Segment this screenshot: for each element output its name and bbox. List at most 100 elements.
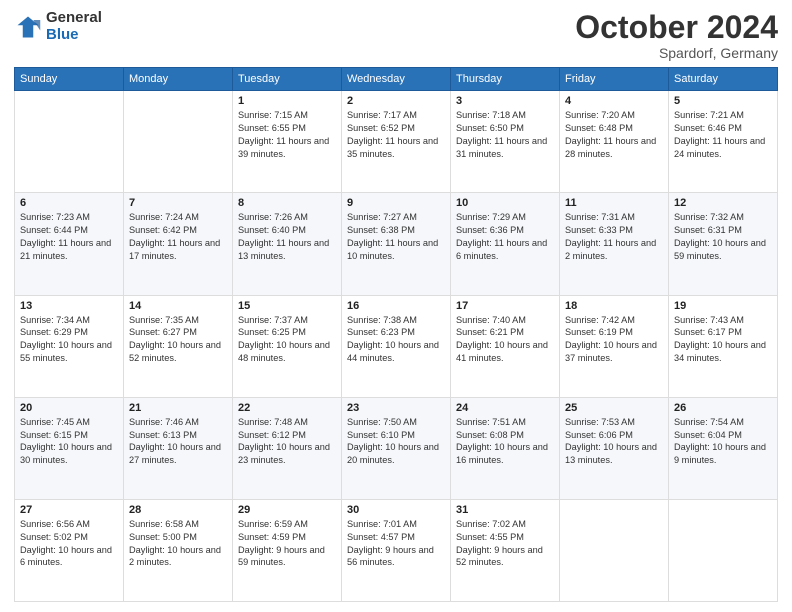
- calendar-cell: 21 Sunrise: 7:46 AMSunset: 6:13 PMDayligh…: [124, 397, 233, 499]
- calendar-cell: 5Sunrise: 7:21 AMSunset: 6:46 PMDaylight…: [669, 91, 778, 193]
- day-number: 24: [456, 402, 554, 414]
- weekday-header-row: SundayMondayTuesdayWednesdayThursdayFrid…: [15, 68, 778, 91]
- calendar-cell: 30 Sunrise: 7:01 AMSunset: 4:57 PMDayligh…: [342, 499, 451, 601]
- day-number: 12: [674, 197, 772, 209]
- header: General Blue October 2024 Spardorf, Germ…: [14, 10, 778, 61]
- title-block: October 2024 Spardorf, Germany: [575, 10, 778, 61]
- day-info: Sunrise: 7:42 AMSunset: 6:19 PMDaylight:…: [565, 314, 663, 366]
- day-number: 28: [129, 504, 227, 516]
- calendar-week-row: 13Sunrise: 7:34 AMSunset: 6:29 PMDayligh…: [15, 295, 778, 397]
- day-number: 21: [129, 402, 227, 414]
- day-number: 6: [20, 197, 118, 209]
- calendar-cell: [669, 499, 778, 601]
- day-info: Sunrise: 7:15 AMSunset: 6:55 PMDaylight:…: [238, 109, 336, 161]
- calendar-cell: 11 Sunrise: 7:31 AMSunset: 6:33 PMDayligh…: [560, 193, 669, 295]
- day-number: 10: [456, 197, 554, 209]
- day-info: Sunrise: 6:56 AMSunset: 5:02 PMDaylight:…: [20, 518, 118, 570]
- day-info: Sunrise: 7:45 AMSunset: 6:15 PMDaylight:…: [20, 416, 118, 468]
- logo-blue-text: Blue: [46, 27, 102, 44]
- calendar-cell: [15, 91, 124, 193]
- calendar-cell: 1 Sunrise: 7:15 AMSunset: 6:55 PMDaylight…: [233, 91, 342, 193]
- day-info: Sunrise: 7:38 AMSunset: 6:23 PMDaylight:…: [347, 314, 445, 366]
- day-number: 23: [347, 402, 445, 414]
- weekday-header-saturday: Saturday: [669, 68, 778, 91]
- day-info: Sunrise: 7:51 AMSunset: 6:08 PMDaylight:…: [456, 416, 554, 468]
- calendar-cell: 15 Sunrise: 7:37 AMSunset: 6:25 PMDayligh…: [233, 295, 342, 397]
- day-info: Sunrise: 7:17 AMSunset: 6:52 PMDaylight:…: [347, 109, 445, 161]
- calendar-week-row: 1 Sunrise: 7:15 AMSunset: 6:55 PMDaylight…: [15, 91, 778, 193]
- day-number: 1: [238, 95, 336, 107]
- calendar-cell: 24 Sunrise: 7:51 AMSunset: 6:08 PMDayligh…: [451, 397, 560, 499]
- day-number: 22: [238, 402, 336, 414]
- calendar-cell: 17Sunrise: 7:40 AMSunset: 6:21 PMDayligh…: [451, 295, 560, 397]
- day-info: Sunrise: 7:29 AMSunset: 6:36 PMDaylight:…: [456, 211, 554, 263]
- calendar-cell: 9 Sunrise: 7:27 AMSunset: 6:38 PMDaylight…: [342, 193, 451, 295]
- day-info: Sunrise: 7:37 AMSunset: 6:25 PMDaylight:…: [238, 314, 336, 366]
- day-info: Sunrise: 7:35 AMSunset: 6:27 PMDaylight:…: [129, 314, 227, 366]
- weekday-header-thursday: Thursday: [451, 68, 560, 91]
- calendar-cell: [124, 91, 233, 193]
- calendar-week-row: 6 Sunrise: 7:23 AMSunset: 6:44 PMDaylight…: [15, 193, 778, 295]
- day-info: Sunrise: 7:18 AMSunset: 6:50 PMDaylight:…: [456, 109, 554, 161]
- day-number: 9: [347, 197, 445, 209]
- day-info: Sunrise: 7:24 AMSunset: 6:42 PMDaylight:…: [129, 211, 227, 263]
- day-info: Sunrise: 7:27 AMSunset: 6:38 PMDaylight:…: [347, 211, 445, 263]
- calendar-cell: 19 Sunrise: 7:43 AMSunset: 6:17 PMDayligh…: [669, 295, 778, 397]
- location-subtitle: Spardorf, Germany: [575, 45, 778, 61]
- day-info: Sunrise: 7:54 AMSunset: 6:04 PMDaylight:…: [674, 416, 772, 468]
- weekday-header-monday: Monday: [124, 68, 233, 91]
- calendar-cell: [560, 499, 669, 601]
- weekday-header-wednesday: Wednesday: [342, 68, 451, 91]
- calendar-cell: 8Sunrise: 7:26 AMSunset: 6:40 PMDaylight…: [233, 193, 342, 295]
- calendar-cell: 26Sunrise: 7:54 AMSunset: 6:04 PMDayligh…: [669, 397, 778, 499]
- logo-general-text: General: [46, 10, 102, 27]
- day-info: Sunrise: 7:31 AMSunset: 6:33 PMDaylight:…: [565, 211, 663, 263]
- month-title: October 2024: [575, 10, 778, 45]
- day-info: Sunrise: 7:40 AMSunset: 6:21 PMDaylight:…: [456, 314, 554, 366]
- day-info: Sunrise: 7:46 AMSunset: 6:13 PMDaylight:…: [129, 416, 227, 468]
- day-number: 7: [129, 197, 227, 209]
- day-number: 11: [565, 197, 663, 209]
- calendar-cell: 12 Sunrise: 7:32 AMSunset: 6:31 PMDayligh…: [669, 193, 778, 295]
- calendar-cell: 25Sunrise: 7:53 AMSunset: 6:06 PMDayligh…: [560, 397, 669, 499]
- day-info: Sunrise: 7:50 AMSunset: 6:10 PMDaylight:…: [347, 416, 445, 468]
- day-number: 20: [20, 402, 118, 414]
- calendar-cell: 6 Sunrise: 7:23 AMSunset: 6:44 PMDaylight…: [15, 193, 124, 295]
- calendar-cell: 14 Sunrise: 7:35 AMSunset: 6:27 PMDayligh…: [124, 295, 233, 397]
- calendar-cell: 7 Sunrise: 7:24 AMSunset: 6:42 PMDaylight…: [124, 193, 233, 295]
- day-number: 3: [456, 95, 554, 107]
- calendar-cell: 10 Sunrise: 7:29 AMSunset: 6:36 PMDayligh…: [451, 193, 560, 295]
- day-number: 2: [347, 95, 445, 107]
- logo-icon: [14, 13, 42, 41]
- calendar-cell: 16 Sunrise: 7:38 AMSunset: 6:23 PMDayligh…: [342, 295, 451, 397]
- calendar-cell: 3 Sunrise: 7:18 AMSunset: 6:50 PMDaylight…: [451, 91, 560, 193]
- day-number: 31: [456, 504, 554, 516]
- weekday-header-friday: Friday: [560, 68, 669, 91]
- day-number: 16: [347, 300, 445, 312]
- logo-text: General Blue: [46, 10, 102, 43]
- day-number: 19: [674, 300, 772, 312]
- calendar-cell: 20 Sunrise: 7:45 AMSunset: 6:15 PMDayligh…: [15, 397, 124, 499]
- day-info: Sunrise: 7:48 AMSunset: 6:12 PMDaylight:…: [238, 416, 336, 468]
- day-info: Sunrise: 7:01 AMSunset: 4:57 PMDaylight:…: [347, 518, 445, 570]
- day-number: 15: [238, 300, 336, 312]
- page: General Blue October 2024 Spardorf, Germ…: [0, 0, 792, 612]
- day-number: 30: [347, 504, 445, 516]
- day-info: Sunrise: 7:34 AMSunset: 6:29 PMDaylight:…: [20, 314, 118, 366]
- day-info: Sunrise: 7:32 AMSunset: 6:31 PMDaylight:…: [674, 211, 772, 263]
- calendar-week-row: 27Sunrise: 6:56 AMSunset: 5:02 PMDayligh…: [15, 499, 778, 601]
- calendar-cell: 4 Sunrise: 7:20 AMSunset: 6:48 PMDaylight…: [560, 91, 669, 193]
- calendar-cell: 23 Sunrise: 7:50 AMSunset: 6:10 PMDayligh…: [342, 397, 451, 499]
- calendar-cell: 2 Sunrise: 7:17 AMSunset: 6:52 PMDaylight…: [342, 91, 451, 193]
- logo: General Blue: [14, 10, 102, 43]
- day-number: 4: [565, 95, 663, 107]
- day-info: Sunrise: 7:20 AMSunset: 6:48 PMDaylight:…: [565, 109, 663, 161]
- calendar-cell: 31Sunrise: 7:02 AMSunset: 4:55 PMDayligh…: [451, 499, 560, 601]
- day-info: Sunrise: 7:23 AMSunset: 6:44 PMDaylight:…: [20, 211, 118, 263]
- day-info: Sunrise: 6:58 AMSunset: 5:00 PMDaylight:…: [129, 518, 227, 570]
- day-info: Sunrise: 7:43 AMSunset: 6:17 PMDaylight:…: [674, 314, 772, 366]
- calendar-table: SundayMondayTuesdayWednesdayThursdayFrid…: [14, 67, 778, 602]
- day-number: 14: [129, 300, 227, 312]
- day-info: Sunrise: 7:26 AMSunset: 6:40 PMDaylight:…: [238, 211, 336, 263]
- weekday-header-sunday: Sunday: [15, 68, 124, 91]
